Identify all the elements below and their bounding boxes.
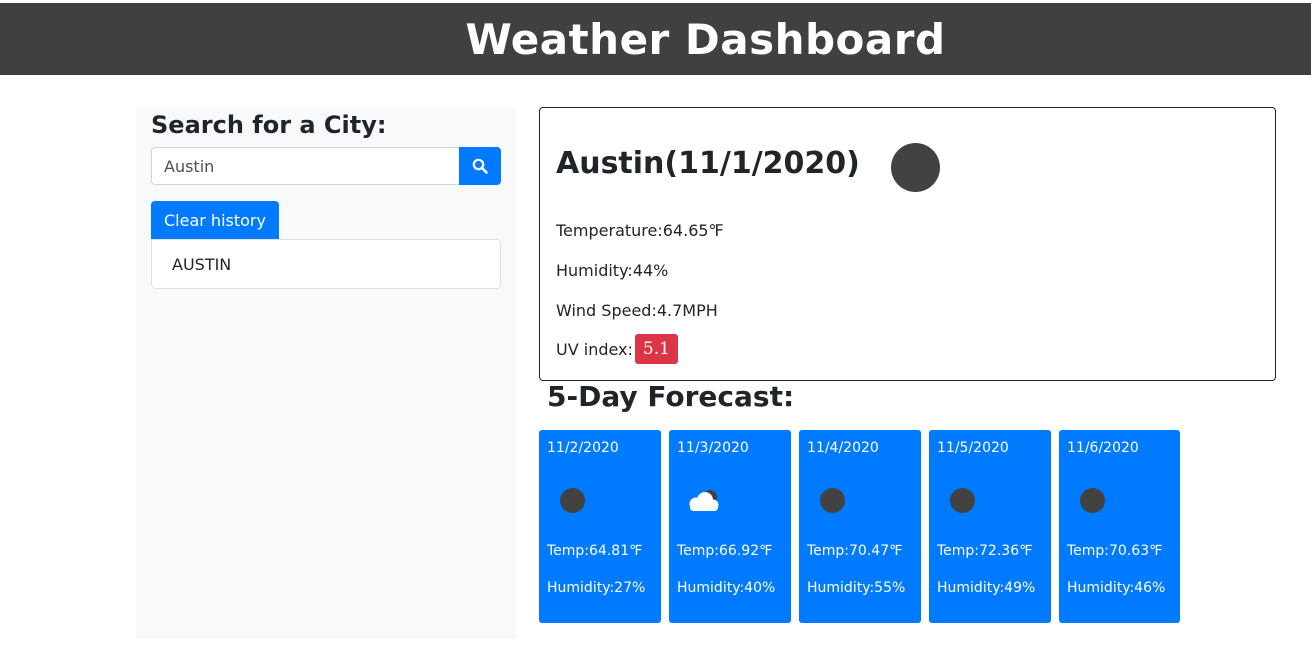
- weather-dot-icon: [1080, 488, 1105, 513]
- clear-history-button[interactable]: Clear history: [151, 201, 279, 239]
- forecast-humidity: Humidity:49%: [937, 580, 1036, 596]
- forecast-card: 11/2/2020 Temp:64.81℉ Humidity:27%: [539, 430, 661, 623]
- forecast-temp: Temp:72.36℉: [937, 543, 1033, 559]
- forecast-card: 11/3/2020 Temp:66.92℉ Humidity:40%: [669, 430, 791, 623]
- uv-label: UV index:: [556, 339, 633, 359]
- weather-dot-icon: [820, 488, 845, 513]
- forecast-cards: 11/2/2020 Temp:64.81℉ Humidity:27% 11/3/…: [539, 430, 1180, 623]
- forecast-date: 11/6/2020: [1067, 440, 1139, 456]
- forecast-temp: Temp:64.81℉: [547, 543, 643, 559]
- page-title: Weather Dashboard: [465, 14, 946, 64]
- cloud-icon: [689, 490, 719, 511]
- weather-dot-icon: [560, 488, 585, 513]
- forecast-title: 5-Day Forecast:: [547, 380, 795, 413]
- forecast-humidity: Humidity:40%: [677, 580, 776, 596]
- city-search-input[interactable]: [151, 147, 459, 185]
- forecast-temp: Temp:66.92℉: [677, 543, 773, 559]
- search-sidebar: Search for a City: Clear history AUSTIN: [136, 107, 516, 639]
- current-wind-speed: Wind Speed:4.7MPH: [556, 301, 718, 320]
- search-button[interactable]: [459, 147, 501, 185]
- current-uv-row: UV index: 5.1: [556, 334, 678, 364]
- forecast-date: 11/5/2020: [937, 440, 1009, 456]
- search-history-list: AUSTIN: [151, 239, 501, 289]
- current-city-title: Austin(11/1/2020): [556, 146, 860, 181]
- weather-dot-icon: [891, 143, 940, 192]
- uv-index-badge: 5.1: [634, 334, 678, 364]
- forecast-date: 11/3/2020: [677, 440, 749, 456]
- search-icon: [472, 158, 488, 174]
- forecast-humidity: Humidity:27%: [547, 580, 646, 596]
- current-humidity: Humidity:44%: [556, 261, 669, 280]
- current-weather-panel: Austin(11/1/2020) Temperature:64.65℉ Hum…: [539, 107, 1276, 381]
- forecast-date: 11/4/2020: [807, 440, 879, 456]
- search-group: [151, 147, 501, 185]
- forecast-date: 11/2/2020: [547, 440, 619, 456]
- forecast-humidity: Humidity:55%: [807, 580, 906, 596]
- app-header: Weather Dashboard: [0, 3, 1311, 75]
- forecast-temp: Temp:70.63℉: [1067, 543, 1163, 559]
- current-temperature: Temperature:64.65℉: [556, 221, 724, 240]
- forecast-card: 11/6/2020 Temp:70.63℉ Humidity:46%: [1059, 430, 1180, 623]
- history-item-austin[interactable]: AUSTIN: [151, 239, 501, 289]
- forecast-humidity: Humidity:46%: [1067, 580, 1166, 596]
- search-heading: Search for a City:: [151, 111, 387, 139]
- weather-dot-icon: [950, 488, 975, 513]
- forecast-temp: Temp:70.47℉: [807, 543, 903, 559]
- forecast-card: 11/4/2020 Temp:70.47℉ Humidity:55%: [799, 430, 921, 623]
- forecast-card: 11/5/2020 Temp:72.36℉ Humidity:49%: [929, 430, 1051, 623]
